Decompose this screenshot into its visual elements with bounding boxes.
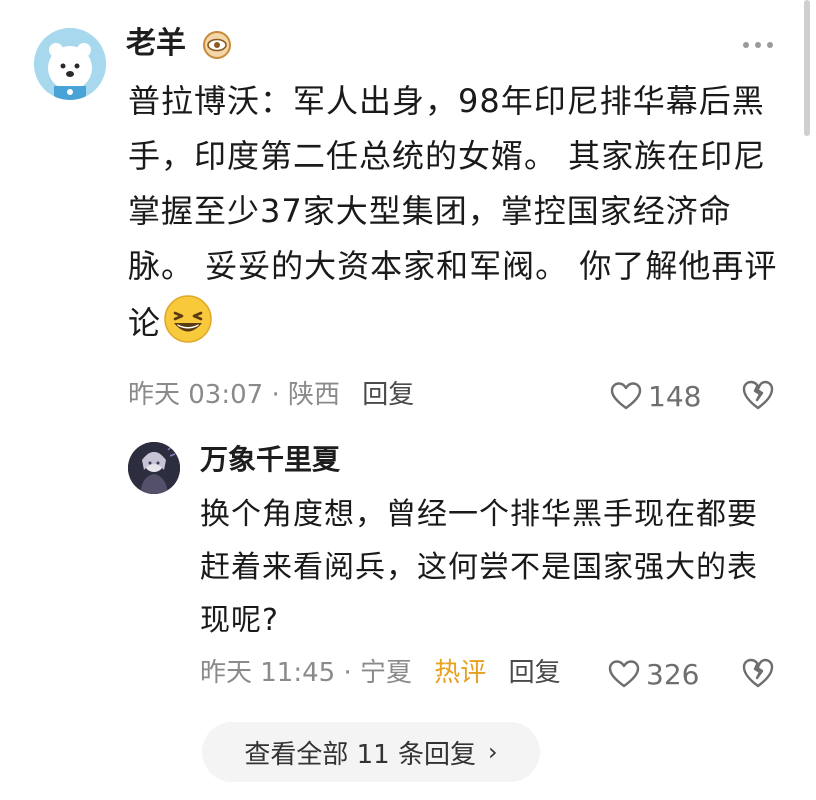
- broken-heart-icon[interactable]: [742, 378, 774, 412]
- heart-icon: [608, 660, 640, 688]
- reply-author-name[interactable]: 万象千里夏: [200, 440, 340, 480]
- grinning-squint-emoji: [164, 295, 212, 343]
- author-name[interactable]: 老羊: [126, 24, 186, 64]
- author-avatar[interactable]: [34, 28, 106, 100]
- comment-location: 陕西: [288, 380, 341, 410]
- view-all-replies-button[interactable]: 查看全部 11 条回复 ›: [202, 722, 540, 782]
- hot-comment-badge: 热评: [434, 658, 487, 688]
- reply-author-avatar[interactable]: [128, 442, 180, 494]
- reply-button[interactable]: 回复: [362, 380, 414, 410]
- comment-body: 普拉博沃：军人出身，98年印尼排华幕后黑手，印度第二任总统的女婿。 其家族在印尼…: [128, 82, 778, 342]
- reply-location: 宁夏: [360, 658, 413, 688]
- heart-icon: [610, 382, 642, 410]
- reply-like-count: 326: [646, 657, 700, 691]
- broken-heart-icon[interactable]: [742, 656, 774, 690]
- reply-time: 昨天 11:45: [200, 658, 336, 688]
- comment-text: 普拉博沃：军人出身，98年印尼排华幕后黑手，印度第二任总统的女婿。 其家族在印尼…: [128, 74, 778, 351]
- like-button[interactable]: 148: [610, 376, 701, 416]
- meta-separator: ·: [343, 658, 352, 688]
- meta-separator: ·: [271, 380, 280, 410]
- reply-like-button[interactable]: 326: [608, 654, 699, 694]
- like-count: 148: [648, 379, 702, 413]
- comment-meta: 昨天 03:07 · 陕西 回复: [128, 374, 414, 416]
- more-options-icon[interactable]: [742, 40, 774, 50]
- reply-reply-button[interactable]: 回复: [509, 658, 561, 688]
- reply-text: 换个角度想，曾经一个排华黑手现在都要赶着来看阅兵，这何尝不是国家强大的表现呢?: [200, 497, 758, 638]
- chevron-right-icon: ›: [488, 738, 498, 766]
- comment-time: 昨天 03:07: [128, 380, 264, 410]
- scrollbar[interactable]: [804, 0, 810, 136]
- view-all-label: 查看全部 11 条回复: [244, 739, 476, 770]
- reply-meta: 昨天 11:45 · 宁夏 热评 回复: [200, 652, 561, 694]
- eye-badge-icon: [203, 31, 231, 59]
